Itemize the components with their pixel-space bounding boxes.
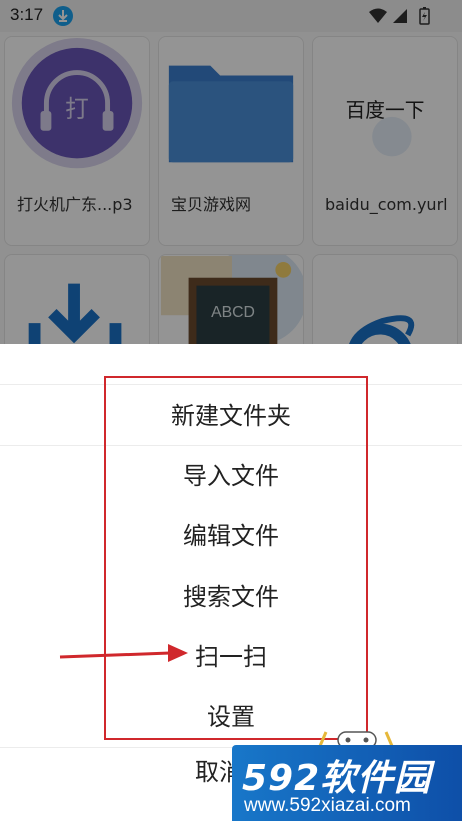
watermark-brand: 592软件园 <box>242 758 432 799</box>
file-name: baidu_com.yurl <box>325 195 448 214</box>
folder-icon <box>168 65 294 163</box>
web-link-icon: 百度一下 <box>346 99 425 157</box>
book-icon: ABCD <box>160 255 303 344</box>
svg-text:百度一下: 百度一下 <box>346 99 425 122</box>
svg-text:打: 打 <box>65 95 89 123</box>
signal-icon <box>393 9 407 23</box>
status-bar: 3:17 <box>0 0 462 32</box>
file-tile[interactable]: 百度一下 baidu_com.yurl <box>312 36 458 246</box>
headphones-icon: 打 <box>11 38 143 169</box>
status-time: 3:17 <box>10 5 44 24</box>
file-tile[interactable]: 打 打火机广东...p3 <box>4 36 150 246</box>
file-tile[interactable] <box>4 254 150 344</box>
watermark-logo: 592软件园 www.592xiazai.com <box>232 745 462 821</box>
menu-scan[interactable]: 扫一扫 <box>0 627 462 687</box>
menu-edit-file[interactable]: 编辑文件 <box>0 506 462 566</box>
file-name: 打火机广东...p3 <box>17 195 133 214</box>
divider <box>0 384 462 385</box>
download-icon <box>28 283 122 344</box>
status-icons <box>369 7 430 25</box>
file-tile[interactable] <box>312 254 458 344</box>
menu-search-file[interactable]: 搜索文件 <box>0 567 462 627</box>
file-name: 宝贝游戏网 <box>171 195 252 214</box>
menu-new-folder[interactable]: 新建文件夹 <box>0 386 462 446</box>
file-tile[interactable]: ABCD <box>158 254 304 344</box>
ie-browser-icon <box>349 315 415 344</box>
svg-text:ABCD: ABCD <box>211 304 255 321</box>
file-tile[interactable]: 宝贝游戏网 <box>158 36 304 246</box>
menu-import-file[interactable]: 导入文件 <box>0 446 462 506</box>
file-grid: 打 打火机广东...p3 宝贝游戏网 百度一下 baidu_com.yurl A… <box>0 32 462 344</box>
watermark-url: www.592xiazai.com <box>244 795 411 816</box>
download-notification-icon <box>53 6 73 26</box>
wifi-icon <box>369 8 387 23</box>
